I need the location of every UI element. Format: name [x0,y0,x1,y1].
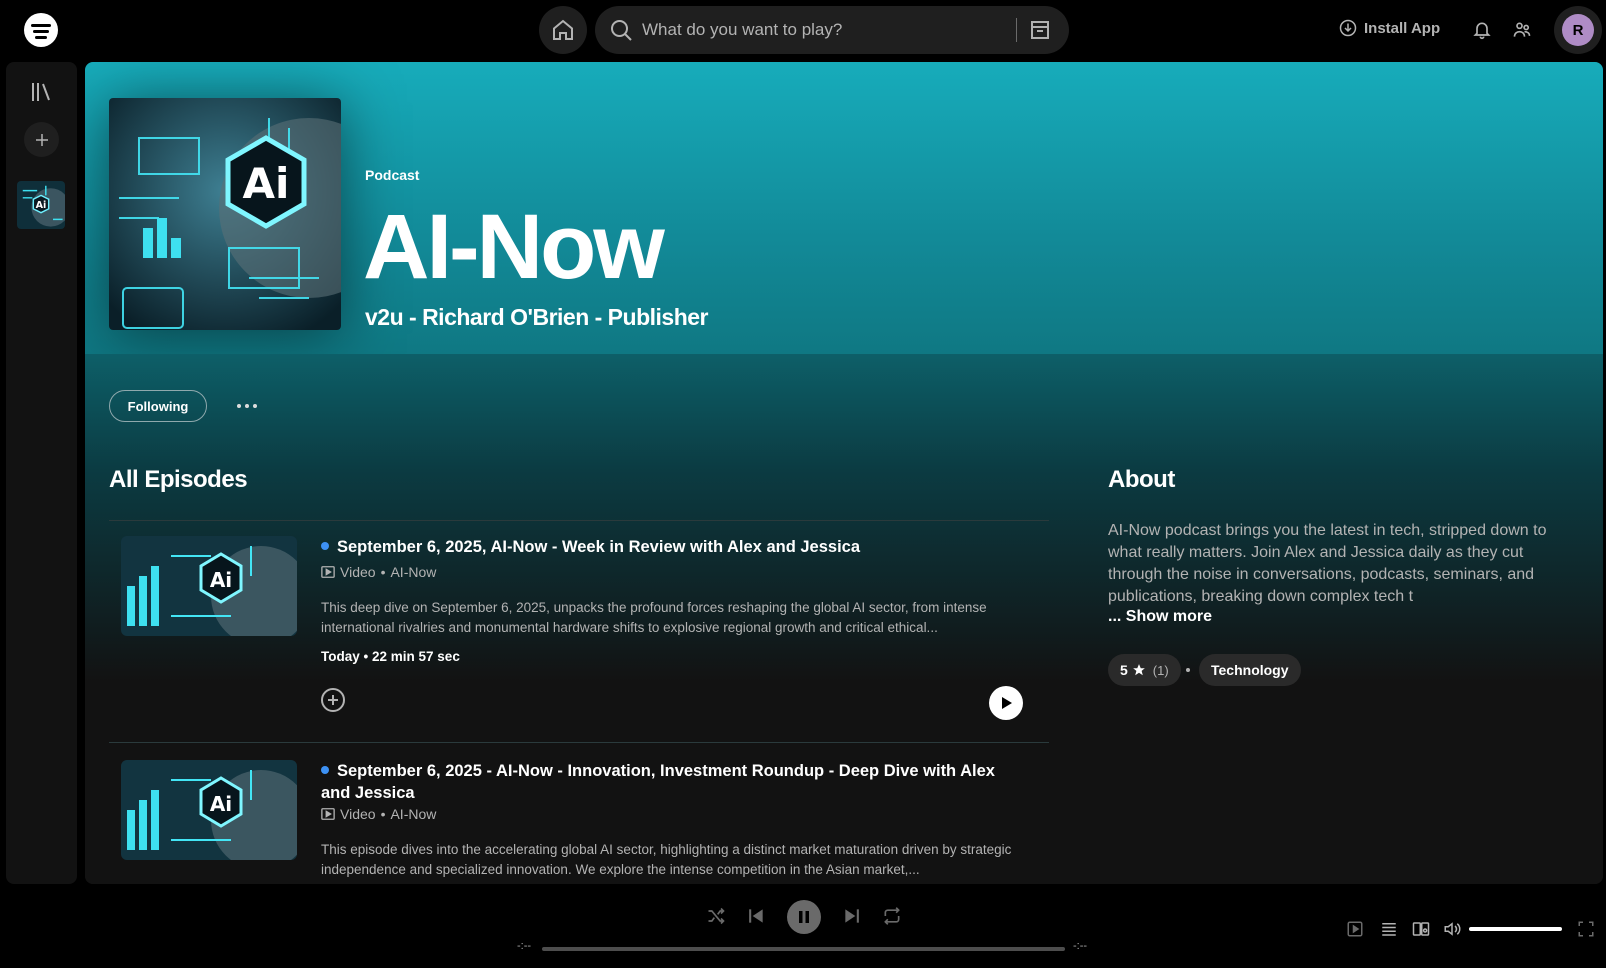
spotify-logo-icon[interactable] [24,13,58,47]
download-icon [1339,19,1357,37]
svg-text:Ai: Ai [210,792,232,816]
meta-separator: • [380,806,386,822]
page-title: AI-Now [363,196,665,298]
publisher-link[interactable]: v2u - Richard O'Brien - Publisher [365,304,709,331]
episode-row[interactable]: Ai September 6, 2025, AI-Now - Week in R… [109,520,1049,738]
time-elapsed: -:-- [517,940,532,952]
search-icon [611,20,632,41]
video-icon [321,566,335,578]
episode-media-type: Video [340,806,376,822]
search-divider [1016,18,1017,42]
now-playing-view-icon[interactable] [1346,920,1364,938]
next-icon[interactable] [842,906,862,926]
friends-icon[interactable] [1512,20,1532,40]
divider [109,742,1049,743]
rating-badge[interactable]: 5 (1) [1108,654,1181,686]
avatar: R [1562,14,1594,46]
svg-text:Ai: Ai [210,568,232,592]
episode-meta: Video • AI-Now [321,564,436,580]
about-description: AI-Now podcast brings you the latest in … [1108,522,1547,605]
star-icon [1132,664,1145,676]
library-icon[interactable] [29,80,53,104]
meta-separator: • [380,564,386,580]
pause-button[interactable] [787,900,821,934]
pause-icon [799,911,809,923]
episode-date-duration: Today • 22 min 57 sec [321,649,460,664]
episode-thumbnail[interactable]: Ai [121,536,297,636]
user-menu-button[interactable]: R [1554,6,1602,54]
episode-thumbnail[interactable]: Ai [121,760,297,860]
episode-date: Today [321,649,360,664]
home-icon [553,19,573,40]
podcast-cover-thumbnail: Ai [17,181,65,229]
time-total: -:-- [1073,940,1088,952]
episode-show-name[interactable]: AI-Now [390,806,436,822]
volume-slider[interactable] [1469,927,1562,931]
repeat-icon[interactable] [882,906,902,926]
devices-icon[interactable] [1412,920,1430,938]
main-view: Ai Podcast AI-Now v2u - Richard O'Brien … [85,62,1603,884]
fullscreen-icon[interactable] [1577,920,1595,938]
new-episode-dot [321,541,329,550]
volume-icon[interactable] [1443,920,1461,938]
episode-title-text: September 6, 2025 - AI-Now - Innovation,… [321,762,995,802]
dot-icon [245,404,249,408]
dot-icon [253,404,257,408]
plus-icon [328,695,338,705]
genre-tag[interactable]: Technology [1199,654,1301,686]
queue-icon[interactable] [1380,920,1398,938]
home-button[interactable] [539,6,587,54]
episode-show-name[interactable]: AI-Now [390,564,436,580]
episode-duration: 22 min 57 sec [372,649,460,664]
install-app-label: Install App [1364,19,1441,37]
create-playlist-button[interactable] [24,122,59,157]
all-episodes-heading: All Episodes [109,466,248,493]
episode-description: This deep dive on September 6, 2025, unp… [321,600,987,635]
play-icon [1002,697,1012,709]
play-episode-button[interactable] [989,686,1023,720]
install-app-button[interactable]: Install App [1339,19,1440,37]
episode-description: This episode dives into the accelerating… [321,842,1012,877]
dot-icon [237,404,241,408]
svg-text:Ai: Ai [36,200,47,211]
episode-title-text: September 6, 2025, AI-Now - Week in Revi… [337,538,861,556]
episode-row[interactable]: Ai September 6, 2025 - AI-Now - Innovati… [109,744,1049,884]
previous-icon[interactable] [746,906,766,926]
search-input[interactable] [642,16,1002,44]
podcast-cover-art: Ai [109,98,341,330]
video-icon [321,808,335,820]
svg-text:Ai: Ai [243,159,290,208]
separator-dot [1186,668,1190,672]
content-type-label: Podcast [365,167,420,183]
episode-media-type: Video [340,564,376,580]
meta-separator: • [363,649,373,664]
library-sidebar: Ai [6,62,77,884]
search-bar[interactable] [595,6,1069,54]
episode-title[interactable]: September 6, 2025 - AI-Now - Innovation,… [321,760,1001,804]
browse-icon[interactable] [1028,18,1052,42]
rating-count: (1) [1152,662,1169,678]
about-heading: About [1108,466,1175,493]
top-bar: Install App R [0,0,1606,62]
following-button[interactable]: Following [109,390,207,422]
episode-title[interactable]: September 6, 2025, AI-Now - Week in Revi… [321,536,1001,558]
bell-icon[interactable] [1472,20,1492,40]
podcast-header: Ai Podcast AI-Now v2u - Richard O'Brien … [85,62,1603,354]
playback-progress-bar[interactable] [542,947,1065,951]
new-episode-dot [321,765,329,774]
episode-meta: Video • AI-Now [321,806,436,822]
shuffle-icon[interactable] [706,906,726,926]
rating-value: 5 [1120,662,1128,678]
library-item-ai-now[interactable]: Ai [17,181,65,229]
add-to-library-button[interactable] [321,688,345,712]
plus-icon [35,133,48,146]
show-more-link[interactable]: ... Show more [1108,608,1212,626]
more-options-button[interactable] [233,394,261,418]
